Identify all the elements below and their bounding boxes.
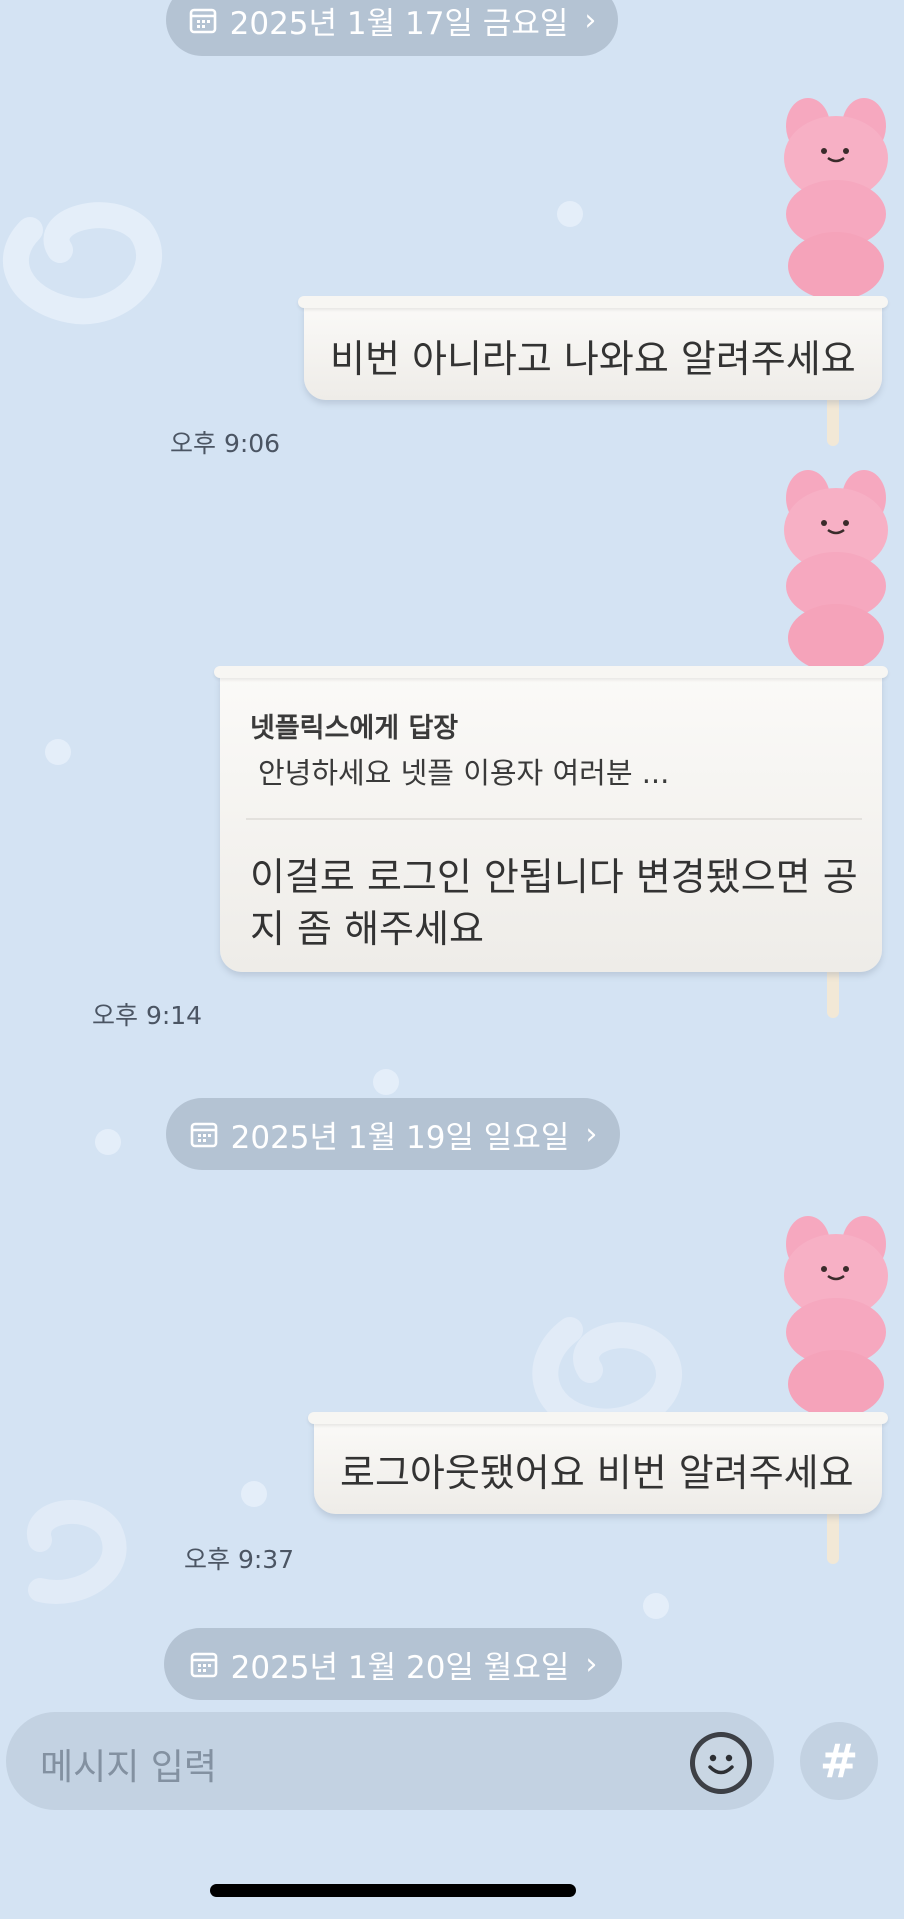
reply-divider <box>246 818 862 820</box>
date-label: 2025년 1월 20일 월요일 <box>230 1649 570 1686</box>
background-swirl-decoration <box>27 1499 127 1604</box>
calendar-icon <box>190 1652 217 1678</box>
message-text: 지 좀 해주세요 <box>250 907 484 951</box>
message-time: 오후 9:06 <box>170 429 281 458</box>
message-bubble[interactable]: 로그아웃됐어요 비번 알려주세요 <box>308 1412 888 1514</box>
date-divider[interactable]: 2025년 1월 20일 월요일 › <box>164 1628 622 1700</box>
message-time: 오후 9:14 <box>92 1001 203 1030</box>
chevron-right-icon: › <box>584 2 597 38</box>
chevron-right-icon: › <box>585 1116 598 1152</box>
smiley-icon <box>691 1733 751 1793</box>
background-swirl-decoration <box>2 202 162 325</box>
date-divider[interactable]: 2025년 1월 17일 금요일 › <box>166 0 618 56</box>
message-text: 로그아웃됐어요 비번 알려주세요 <box>340 1451 854 1495</box>
home-indicator <box>210 1884 576 1897</box>
message-text: 비번 아니라고 나와요 알려주세요 <box>330 337 856 381</box>
chevron-right-icon: › <box>585 1646 598 1682</box>
message-text: 이걸로 로그인 안됩니다 변경됐으면 공 <box>250 855 858 899</box>
message-bubble[interactable]: 비번 아니라고 나와요 알려주세요 <box>298 296 888 400</box>
date-divider[interactable]: 2025년 1월 19일 일요일 › <box>166 1098 620 1170</box>
hashtag-icon: # <box>819 1734 859 1788</box>
reply-to-preview: 안녕하세요 넷플 이용자 여러분 ... <box>258 756 670 790</box>
message-time: 오후 9:37 <box>184 1545 295 1574</box>
date-label: 2025년 1월 17일 금요일 <box>229 5 569 42</box>
message-input[interactable]: 메시지 입력 <box>6 1712 774 1810</box>
reply-message-bubble[interactable]: 넷플릭스에게 답장 안녕하세요 넷플 이용자 여러분 ... 이걸로 로그인 안… <box>214 666 888 972</box>
reply-to-title: 넷플릭스에게 답장 <box>250 713 459 744</box>
calendar-icon <box>190 1122 217 1148</box>
calendar-icon <box>189 8 216 34</box>
date-label: 2025년 1월 19일 일요일 <box>230 1119 570 1156</box>
hashtag-button[interactable]: # <box>800 1722 878 1800</box>
emoji-button[interactable] <box>690 1732 752 1794</box>
message-input-placeholder: 메시지 입력 <box>40 1747 218 1788</box>
